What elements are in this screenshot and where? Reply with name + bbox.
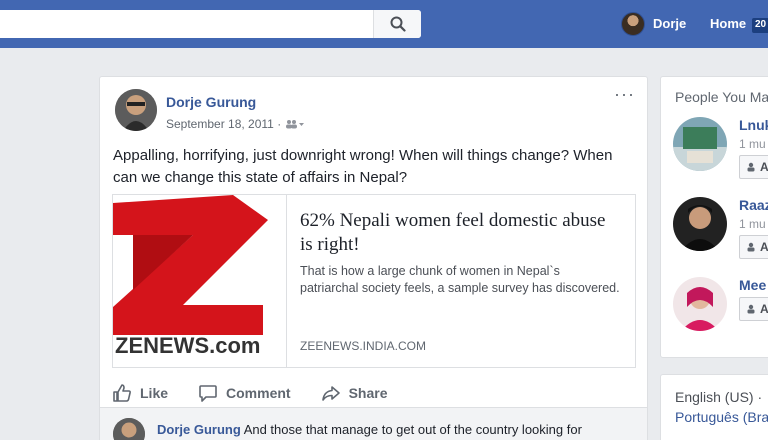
home-link[interactable]: Home	[710, 16, 746, 31]
pymk-heading: People You Ma	[675, 89, 768, 105]
search-input[interactable]	[0, 10, 421, 38]
profile-avatar[interactable]	[621, 12, 645, 36]
post-date[interactable]: September 18, 2011 ·	[166, 117, 281, 131]
share-arrow-icon	[321, 386, 340, 401]
like-label: Like	[140, 385, 169, 401]
link-preview[interactable]: ZENEWS.com 62% Nepali women feel domesti…	[112, 194, 636, 368]
thumbs-up-icon	[113, 384, 131, 402]
author-avatar[interactable]	[115, 89, 157, 131]
profile-link[interactable]: Dorje	[653, 16, 686, 31]
pymk-person: Raaz 1 mu A	[673, 197, 768, 259]
commenter-photo	[113, 418, 145, 440]
add-friend-button[interactable]: A	[739, 235, 768, 259]
person-avatar[interactable]	[673, 277, 727, 331]
person-name[interactable]: Mee	[739, 277, 766, 293]
current-language: English (US) ·	[675, 389, 763, 405]
person-avatar[interactable]	[673, 197, 727, 251]
commenter-avatar[interactable]	[113, 418, 145, 440]
mutual-friends: 1 mu	[739, 217, 766, 231]
person-name[interactable]: Raaz	[739, 197, 768, 213]
link-description: That is how a large chunk of women in Ne…	[300, 264, 620, 295]
thumbnail-caption: ZENEWS.com	[115, 333, 261, 358]
add-friend-label: A	[760, 302, 768, 316]
add-friend-button[interactable]: A	[739, 155, 768, 179]
add-friend-label: A	[760, 240, 768, 254]
pymk-person: Mee A	[673, 277, 768, 337]
post-options-button[interactable]: ···	[614, 85, 635, 103]
link-title: 62% Nepali women feel domestic abuse is …	[300, 210, 606, 255]
audience-friends-icon[interactable]	[285, 119, 305, 129]
share-button[interactable]: Share	[321, 377, 388, 409]
link-thumbnail: ZENEWS.com	[113, 195, 287, 367]
author-photo	[115, 89, 157, 131]
post-text: Appalling, horrifying, just downright wr…	[113, 147, 613, 186]
notification-badge: 20	[752, 18, 768, 33]
pymk-person: Lnuk 1 mu A	[673, 117, 768, 179]
comment-bubble-icon	[199, 385, 217, 402]
search-button[interactable]	[373, 10, 421, 38]
post-actions: Like Comment Share	[112, 377, 636, 409]
add-friend-icon	[747, 242, 755, 252]
language-selector: English (US) · Português (Bra	[660, 374, 768, 440]
top-navbar: Dorje Home 20	[0, 0, 768, 48]
comment-body: And those that manage to get out of the …	[243, 422, 582, 437]
link-domain: ZEENEWS.INDIA.COM	[300, 339, 427, 353]
comment-button[interactable]: Comment	[198, 377, 291, 409]
comment-label: Comment	[226, 385, 291, 401]
post-meta: September 18, 2011 ·	[166, 117, 305, 131]
post-author[interactable]: Dorje Gurung	[166, 94, 256, 110]
comment-author[interactable]: Dorje Gurung	[157, 422, 241, 437]
comment-text: Dorje Gurung And those that manage to ge…	[157, 422, 582, 437]
comments-section: Dorje Gurung And those that manage to ge…	[100, 408, 647, 440]
add-friend-icon	[747, 162, 755, 172]
add-friend-label: A	[760, 160, 768, 174]
add-friend-button[interactable]: A	[739, 297, 768, 321]
people-you-may-know: People You Ma Lnuk 1 mu A Raaz 1 mu A Me…	[660, 76, 768, 358]
language-option[interactable]: Português (Bra	[675, 409, 768, 425]
person-name[interactable]: Lnuk	[739, 117, 768, 133]
like-button[interactable]: Like	[112, 377, 168, 409]
share-label: Share	[348, 385, 388, 401]
person-avatar[interactable]	[673, 117, 727, 171]
search-icon	[390, 16, 406, 32]
add-friend-icon	[747, 304, 755, 314]
mutual-friends: 1 mu	[739, 137, 766, 151]
post-card: Dorje Gurung September 18, 2011 · ··· Ap…	[99, 76, 648, 440]
